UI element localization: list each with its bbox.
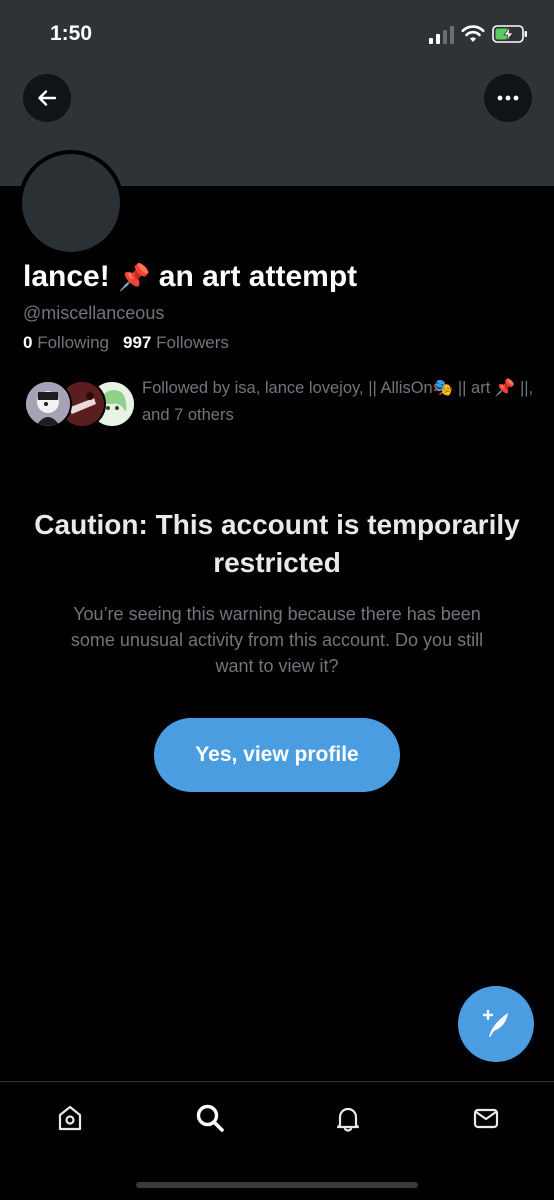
profile-handle: @miscellanceous — [23, 303, 165, 323]
mail-icon — [473, 1108, 499, 1129]
followers-label: Followers — [156, 333, 229, 352]
compose-tweet-icon — [482, 1009, 508, 1037]
profile-display-name: lance! 📌 an art attempt — [23, 260, 357, 294]
more-options-button[interactable] — [484, 74, 532, 122]
compose-tweet-button[interactable] — [458, 986, 534, 1062]
home-indicator — [136, 1182, 418, 1188]
profile-avatar[interactable] — [18, 150, 124, 256]
wifi-icon — [461, 25, 485, 42]
search-icon — [196, 1104, 224, 1132]
follow-counts: 0 Following 997 Followers — [23, 333, 229, 353]
following-label: Following — [37, 333, 110, 352]
home-icon — [58, 1105, 82, 1131]
followers-link[interactable]: 997 Followers — [123, 333, 229, 352]
status-time: 1:50 — [50, 22, 93, 45]
status-bar: 1:50 — [0, 0, 554, 70]
tab-notifications[interactable] — [326, 1096, 370, 1140]
tab-home[interactable] — [48, 1096, 92, 1140]
arrow-left-icon — [38, 90, 57, 106]
bell-icon — [336, 1107, 360, 1132]
followed-by-text[interactable]: Followed by isa, lance lovejoy, || Allis… — [142, 375, 534, 429]
pushpin-emoji: 📌 — [118, 262, 151, 292]
display-name-text: lance! — [23, 260, 110, 293]
display-name-suffix: an art attempt — [158, 260, 358, 293]
tab-messages[interactable] — [464, 1096, 508, 1140]
caution-body: You’re seeing this warning because there… — [70, 604, 484, 676]
battery-charging-icon — [492, 25, 527, 43]
back-button[interactable] — [23, 74, 71, 122]
following-count: 0 — [23, 333, 33, 352]
follower-avatar — [24, 380, 72, 428]
tab-search[interactable] — [188, 1096, 232, 1140]
ellipsis-icon — [497, 95, 519, 101]
caution-title: Caution: This account is temporarily res… — [34, 509, 520, 578]
tab-bar-divider — [0, 1081, 554, 1082]
cellular-signal-icon — [429, 26, 454, 44]
view-profile-button[interactable]: Yes, view profile — [154, 718, 400, 792]
followers-count: 997 — [123, 333, 152, 352]
following-link[interactable]: 0 Following — [23, 333, 109, 352]
